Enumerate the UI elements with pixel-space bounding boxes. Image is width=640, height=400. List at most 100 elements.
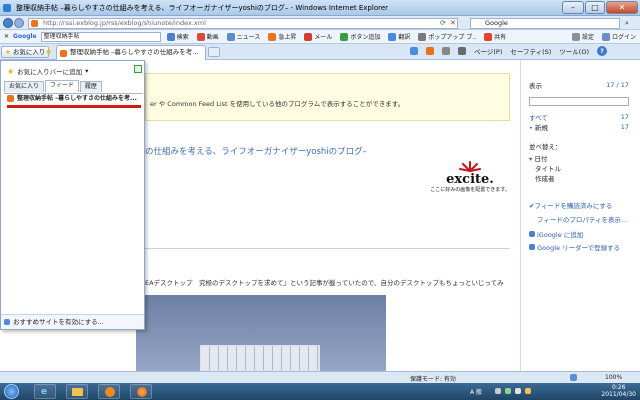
close-toolbar-icon[interactable]: ✕ bbox=[4, 33, 9, 40]
pin-panel-icon[interactable] bbox=[134, 65, 142, 73]
feed-pane: 表示 17 / 17 すべて 17 • 新規 17 並べ替え： ▾ 日付 タイトル 作… bbox=[520, 60, 640, 371]
star-icon: ★ bbox=[5, 48, 11, 56]
news-button[interactable]: ニュース bbox=[226, 32, 260, 41]
news-icon bbox=[226, 32, 235, 41]
filter-new[interactable]: • 新規 bbox=[529, 122, 548, 132]
suggested-sites-link[interactable]: おすすめサイトを有効にする... bbox=[1, 314, 144, 329]
minimize-button[interactable]: – bbox=[562, 1, 584, 14]
clock-time: 0:26 bbox=[611, 384, 626, 391]
favorites-button[interactable]: ★ お気に入り bbox=[1, 46, 50, 58]
network-icon[interactable] bbox=[505, 388, 511, 394]
video-button[interactable]: 動画 bbox=[196, 32, 219, 41]
ie-icon bbox=[3, 4, 11, 12]
tab-history[interactable]: 履歴 bbox=[79, 81, 102, 92]
selection-underline bbox=[7, 105, 141, 108]
mail-button[interactable]: メール bbox=[304, 32, 332, 41]
stop-icon[interactable]: ✕ bbox=[450, 19, 456, 27]
new-tab-button[interactable] bbox=[208, 47, 220, 57]
taskbar-explorer-icon[interactable] bbox=[66, 384, 88, 399]
taskbar-media-player-icon[interactable] bbox=[98, 384, 120, 399]
tab-active[interactable]: 整理収納手帖 –暮らしやすさの仕組みを考える... bbox=[56, 45, 206, 60]
safety-menu[interactable]: セーフティ(S) bbox=[510, 46, 551, 56]
sort-date[interactable]: ▾ 日付 bbox=[529, 153, 640, 163]
google-search-button[interactable]: 検索 bbox=[166, 32, 189, 41]
content-divider bbox=[145, 248, 510, 249]
tools-menu[interactable]: ツール(O) bbox=[559, 46, 589, 56]
search-icon[interactable]: ⌕ bbox=[625, 19, 629, 28]
ime-indicator[interactable]: A 般 bbox=[470, 387, 482, 396]
volume-icon[interactable] bbox=[515, 388, 521, 394]
maximize-button[interactable]: □ bbox=[585, 1, 605, 14]
excite-caption: ここに好みの画像を配置できます。 bbox=[430, 187, 510, 193]
popup-blocker-button[interactable]: ポップアップ ブ.. bbox=[418, 32, 476, 41]
google-toolbar: ✕ Google 整理収納手帖 検索 動画 ニュース 急上昇 メール ボタン追加… bbox=[0, 30, 640, 44]
feed-icon bbox=[60, 50, 67, 57]
start-button[interactable] bbox=[4, 384, 19, 399]
article-photo bbox=[136, 295, 386, 371]
tab-favorites[interactable]: お気に入り bbox=[4, 81, 45, 92]
feed-filter-input[interactable] bbox=[529, 97, 629, 106]
zoom-level[interactable]: 100% bbox=[605, 374, 622, 381]
protected-mode-status[interactable]: 保護モード: 有効 bbox=[410, 374, 456, 383]
tray-icon-2[interactable] bbox=[525, 388, 531, 394]
tab-feeds[interactable]: フィード bbox=[45, 80, 79, 92]
taskbar-firefox-icon[interactable] bbox=[130, 384, 152, 399]
page-menu[interactable]: ページ(P) bbox=[474, 46, 502, 56]
forward-icon[interactable] bbox=[14, 18, 24, 28]
wrench-icon bbox=[571, 32, 580, 41]
favorites-panel: ★ お気に入りバーに追加 ▾ お気に入り フィード 履歴 整理収納手帖 –暮らし… bbox=[0, 60, 145, 330]
google-search-input[interactable]: 整理収納手帖 bbox=[40, 31, 161, 42]
feed-list-item[interactable]: 整理収納手帖 –暮らしやすさの仕組みを考... bbox=[6, 94, 142, 104]
feed-properties-link[interactable]: フィードのプロパティを表示... bbox=[529, 215, 635, 225]
mail-icon[interactable] bbox=[442, 47, 450, 55]
address-input[interactable]: http://rssi.exblog.jp/rss/exblog/shiunot… bbox=[28, 18, 458, 29]
clock-date: 2011/04/30 bbox=[601, 391, 636, 398]
refresh-icon[interactable]: ⟳ bbox=[440, 19, 446, 27]
title-bar[interactable]: 整理収納手帖 –暮らしやすさの仕組みを考える、ライフオーガナイザーyoshiのブ… bbox=[0, 0, 640, 16]
taskbar-clock[interactable]: 0:26 2011/04/30 bbox=[601, 384, 636, 398]
excite-burst-icon bbox=[459, 161, 481, 172]
taskbar: e A 般 0:26 2011/04/30 bbox=[0, 383, 640, 400]
sort-author[interactable]: 作成者 bbox=[529, 173, 640, 183]
command-bar: ページ(P) セーフティ(S) ツール(O) ? bbox=[410, 46, 607, 56]
add-button[interactable]: ボタン追加 bbox=[340, 32, 380, 41]
excite-banner[interactable]: excite. ここに好みの画像を配置できます。 bbox=[430, 160, 510, 204]
search-input[interactable]: Google bbox=[470, 18, 620, 29]
article-text: EAデスクトップ 究極のデスクトップを求めて』という記事が載っていたので、自分の… bbox=[145, 279, 504, 287]
search-icon bbox=[166, 32, 175, 41]
sort-title[interactable]: タイトル bbox=[529, 163, 640, 173]
filter-all-link[interactable]: すべて bbox=[529, 112, 548, 122]
address-row: http://rssi.exblog.jp/rss/exblog/shiunot… bbox=[0, 16, 640, 30]
excite-logo: excite. bbox=[446, 172, 494, 187]
tab-row: ★ お気に入り ★ 整理収納手帖 –暮らしやすさの仕組みを考える... ページ(… bbox=[0, 44, 640, 60]
login-button[interactable]: ログイン bbox=[601, 32, 636, 41]
settings-button[interactable]: 設定 bbox=[571, 32, 594, 41]
trending-button[interactable]: 急上昇 bbox=[268, 32, 296, 41]
plus-icon bbox=[340, 32, 349, 41]
add-to-favorites-bar-button[interactable]: ★ お気に入りバーに追加 ▾ bbox=[7, 66, 89, 77]
close-button[interactable]: ✕ bbox=[606, 1, 638, 14]
feeds-icon[interactable] bbox=[426, 47, 434, 55]
status-bar: 保護モード: 有効 100% bbox=[0, 371, 640, 383]
home-icon[interactable] bbox=[410, 47, 418, 55]
popup-icon bbox=[418, 32, 427, 41]
share-button[interactable]: 共有 bbox=[484, 32, 506, 41]
google-reader-action[interactable]: Google リーダーで登録する bbox=[529, 243, 635, 253]
help-button[interactable]: ? bbox=[597, 46, 607, 56]
back-icon[interactable] bbox=[3, 18, 13, 28]
feed-notice: er や Common Feed List を使用している他のプログラムで表示す… bbox=[145, 73, 510, 121]
taskbar-ie-icon[interactable]: e bbox=[34, 384, 56, 399]
favorites-bar-star-icon[interactable]: ★ bbox=[45, 47, 52, 56]
blog-title-link[interactable]: の仕組みを考える、ライフオーガナイザーyoshiのブログ– bbox=[145, 145, 367, 157]
tray-icon-1[interactable] bbox=[495, 388, 501, 394]
dropdown-arrow-icon: ▾ bbox=[85, 67, 89, 75]
igoogle-icon bbox=[529, 231, 535, 237]
translate-button[interactable]: 翻訳 bbox=[388, 32, 410, 41]
star-plus-icon: ★ bbox=[7, 66, 15, 76]
video-icon bbox=[196, 32, 205, 41]
mark-read-action[interactable]: ✔フィードを購読済みにする bbox=[529, 201, 635, 211]
feed-icon bbox=[7, 95, 14, 102]
igoogle-add-action[interactable]: iGoogle に追加 bbox=[529, 229, 640, 239]
print-icon[interactable] bbox=[458, 47, 466, 55]
show-label: 表示 bbox=[529, 82, 542, 90]
